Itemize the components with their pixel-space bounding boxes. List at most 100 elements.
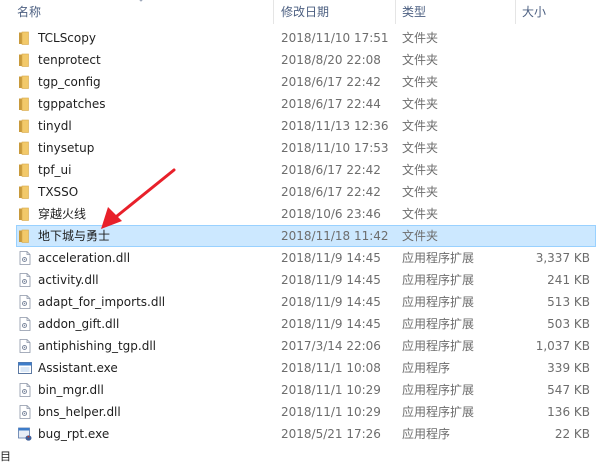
dll-icon	[17, 404, 33, 420]
folder-icon	[17, 184, 33, 200]
file-row[interactable]: Assistant.exe 2018/11/1 10:08 应用程序 339 KB	[0, 357, 600, 379]
file-type: 文件夹	[402, 119, 439, 133]
file-name: activity.dll	[38, 273, 99, 287]
folder-icon	[17, 140, 33, 156]
folder-icon	[17, 162, 33, 178]
file-row[interactable]: bin_mgr.dll 2018/11/1 10:29 应用程序扩展 547 KB	[0, 379, 600, 401]
file-name: tgp_config	[38, 75, 101, 89]
file-row[interactable]: bns_helper.dll 2018/11/1 10:29 应用程序扩展 136 K…	[0, 401, 600, 423]
column-header-date[interactable]: 修改日期	[281, 0, 329, 24]
file-type: 文件夹	[402, 229, 439, 243]
file-row[interactable]: tinysetup 2018/11/10 17:53 文件夹	[0, 137, 600, 159]
file-size: 503 KB	[547, 317, 590, 331]
dll-icon	[17, 338, 33, 354]
file-row[interactable]: 穿越火线 2018/10/6 23:46 文件夹	[0, 203, 600, 225]
file-modified-date: 2018/11/9 14:45	[281, 317, 381, 331]
file-size: 136 KB	[547, 405, 590, 419]
column-header-bar: 名称 修改日期 类型 大小	[0, 0, 600, 24]
file-size: 3,337 KB	[535, 251, 590, 265]
dll-icon	[17, 294, 33, 310]
dll-icon	[17, 250, 33, 266]
sort-ascending-icon	[139, 0, 143, 2]
folder-icon	[17, 52, 33, 68]
folder-icon	[17, 96, 33, 112]
file-modified-date: 2018/6/17 22:42	[281, 163, 381, 177]
file-modified-date: 2018/5/21 17:26	[281, 427, 381, 441]
folder-icon	[17, 228, 33, 244]
folder-icon	[17, 118, 33, 134]
file-name: 地下城与勇士	[38, 229, 111, 243]
file-type: 文件夹	[402, 185, 439, 199]
exe-bug-icon	[17, 426, 33, 442]
file-modified-date: 2018/11/1 10:29	[281, 383, 381, 397]
file-type: 文件夹	[402, 97, 439, 111]
file-name: antiphishing_tgp.dll	[38, 339, 157, 353]
column-divider[interactable]	[395, 0, 396, 24]
file-name: tgppatches	[38, 97, 106, 111]
file-modified-date: 2018/11/1 10:08	[281, 361, 381, 375]
file-row[interactable]: tpf_ui 2018/6/17 22:42 文件夹	[0, 159, 600, 181]
column-header-name[interactable]: 名称	[17, 0, 41, 24]
file-modified-date: 2018/11/9 14:45	[281, 295, 381, 309]
file-name: tpf_ui	[38, 163, 72, 177]
column-header-type[interactable]: 类型	[402, 0, 426, 24]
column-header-size[interactable]: 大小	[522, 0, 546, 24]
status-bar-fragment: 目	[0, 450, 10, 463]
file-modified-date: 2018/11/18 11:42	[281, 229, 389, 243]
file-name: adapt_for_imports.dll	[38, 295, 166, 309]
file-modified-date: 2018/11/10 17:51	[281, 31, 389, 45]
file-modified-date: 2018/11/10 17:53	[281, 141, 389, 155]
dll-icon	[17, 316, 33, 332]
file-type: 应用程序	[402, 427, 451, 441]
dll-icon	[17, 382, 33, 398]
file-row[interactable]: tenprotect 2018/8/20 22:08 文件夹	[0, 49, 600, 71]
file-modified-date: 2018/11/9 14:45	[281, 273, 381, 287]
file-row[interactable]: activity.dll 2018/11/9 14:45 应用程序扩展 241 KB	[0, 269, 600, 291]
file-type: 应用程序扩展	[402, 295, 475, 309]
file-name: tenprotect	[38, 53, 101, 67]
file-modified-date: 2017/3/14 22:06	[281, 339, 381, 353]
file-type: 文件夹	[402, 75, 439, 89]
folder-icon	[17, 74, 33, 90]
file-row[interactable]: acceleration.dll 2018/11/9 14:45 应用程序扩展 3,3…	[0, 247, 600, 269]
file-type: 应用程序扩展	[402, 317, 475, 331]
file-type: 应用程序扩展	[402, 339, 475, 353]
file-list: TCLScopy 2018/11/10 17:51 文件夹 tenprotect 201…	[0, 27, 600, 445]
file-row-selected[interactable]: 地下城与勇士 2018/11/18 11:42 文件夹	[0, 225, 600, 247]
file-explorer-window: 名称 修改日期 类型 大小 TCLScopy 2018/11/10 17:51 文件…	[0, 0, 600, 466]
file-row[interactable]: TCLScopy 2018/11/10 17:51 文件夹	[0, 27, 600, 49]
file-type: 应用程序扩展	[402, 273, 475, 287]
file-name: acceleration.dll	[38, 251, 131, 265]
file-size: 22 KB	[554, 427, 590, 441]
file-name: tinydl	[38, 119, 72, 133]
column-divider[interactable]	[273, 0, 274, 24]
file-row[interactable]: addon_gift.dll 2018/11/9 14:45 应用程序扩展 503 K…	[0, 313, 600, 335]
file-type: 应用程序扩展	[402, 383, 475, 397]
file-type: 文件夹	[402, 163, 439, 177]
file-type: 文件夹	[402, 141, 439, 155]
file-modified-date: 2018/6/17 22:42	[281, 185, 381, 199]
file-name: TCLScopy	[38, 31, 96, 45]
file-name: addon_gift.dll	[38, 317, 120, 331]
file-row[interactable]: tinydl 2018/11/13 12:36 文件夹	[0, 115, 600, 137]
folder-icon	[17, 30, 33, 46]
file-modified-date: 2018/6/17 22:44	[281, 97, 381, 111]
file-name: Assistant.exe	[38, 361, 118, 375]
file-name: tinysetup	[38, 141, 95, 155]
file-row[interactable]: TXSSO 2018/6/17 22:42 文件夹	[0, 181, 600, 203]
file-name: bin_mgr.dll	[38, 383, 104, 397]
column-divider[interactable]	[515, 0, 516, 24]
file-type: 文件夹	[402, 207, 439, 221]
file-row[interactable]: bug_rpt.exe 2018/5/21 17:26 应用程序 22 KB	[0, 423, 600, 445]
file-size: 547 KB	[547, 383, 590, 397]
file-type: 应用程序扩展	[402, 251, 475, 265]
file-name: bug_rpt.exe	[38, 427, 110, 441]
file-row[interactable]: tgp_config 2018/6/17 22:42 文件夹	[0, 71, 600, 93]
file-type: 应用程序扩展	[402, 405, 475, 419]
file-name: bns_helper.dll	[38, 405, 121, 419]
file-row[interactable]: tgppatches 2018/6/17 22:44 文件夹	[0, 93, 600, 115]
file-row[interactable]: adapt_for_imports.dll 2018/11/9 14:45 应用程序…	[0, 291, 600, 313]
file-type: 应用程序	[402, 361, 451, 375]
folder-icon	[17, 206, 33, 222]
file-row[interactable]: antiphishing_tgp.dll 2017/3/14 22:06 应用程序扩…	[0, 335, 600, 357]
